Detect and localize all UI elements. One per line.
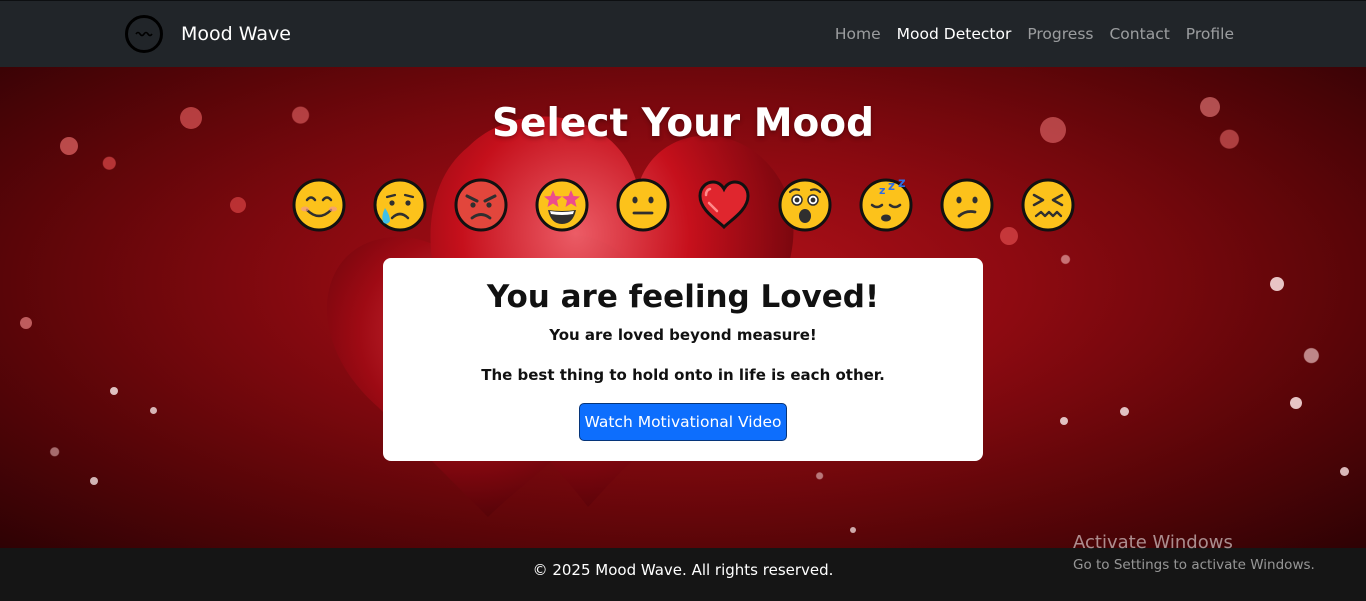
- watermark-title: Activate Windows: [1073, 532, 1233, 553]
- nav-link-home[interactable]: Home: [835, 25, 881, 43]
- mood-option-neutral[interactable]: [616, 178, 670, 232]
- astonished-face-icon: [778, 178, 832, 232]
- mood-selector: z z z: [292, 178, 1075, 232]
- brand-link[interactable]: Mood Wave: [125, 15, 291, 53]
- sparkle: [230, 197, 246, 213]
- confused-face-icon: [940, 178, 994, 232]
- sleeping-face-icon: z z z: [859, 178, 913, 232]
- watermark-subtitle: Go to Settings to activate Windows.: [1073, 557, 1315, 573]
- sparkle: [850, 527, 856, 533]
- red-heart-icon: [698, 180, 750, 230]
- confounded-face-icon: [1021, 178, 1075, 232]
- nav-link-contact[interactable]: Contact: [1109, 25, 1169, 43]
- sparkle: [1120, 407, 1129, 416]
- mood-option-sad[interactable]: [373, 178, 427, 232]
- activation-watermark: Activate Windows Go to Settings to activ…: [1073, 532, 1315, 573]
- mood-option-sleepy[interactable]: z z z: [859, 178, 913, 232]
- page-title: Select Your Mood: [491, 101, 875, 146]
- mood-option-surprised[interactable]: [778, 178, 832, 232]
- mood-option-stressed[interactable]: [1021, 178, 1075, 232]
- mood-result-card: You are feeling Loved! You are loved bey…: [383, 258, 983, 461]
- star-struck-face-icon: [535, 178, 589, 232]
- crying-face-icon: [373, 178, 427, 232]
- sparkle: [1270, 277, 1284, 291]
- svg-text:z: z: [879, 184, 885, 197]
- mood-option-angry[interactable]: [454, 178, 508, 232]
- mood-option-confused[interactable]: [940, 178, 994, 232]
- sparkle: [110, 387, 118, 395]
- mood-option-smiling[interactable]: [292, 178, 346, 232]
- mood-option-loved[interactable]: [697, 178, 751, 232]
- nav-link-progress[interactable]: Progress: [1027, 25, 1093, 43]
- nav-links: Home Mood Detector Progress Contact Prof…: [835, 25, 1234, 43]
- sparkle: [90, 477, 98, 485]
- angry-face-icon: [454, 178, 508, 232]
- nav-link-profile[interactable]: Profile: [1186, 25, 1234, 43]
- sparkle: [1060, 417, 1068, 425]
- svg-text:z: z: [888, 179, 895, 193]
- navbar: Mood Wave Home Mood Detector Progress Co…: [0, 0, 1366, 67]
- mood-result-title: You are feeling Loved!: [486, 279, 880, 315]
- smiling-face-icon: [292, 178, 346, 232]
- svg-text:z: z: [898, 178, 906, 191]
- nav-link-mood-detector[interactable]: Mood Detector: [897, 25, 1012, 43]
- sparkle: [1290, 397, 1302, 409]
- sparkle: [150, 407, 157, 414]
- brand-name: Mood Wave: [181, 23, 291, 45]
- wave-logo-icon: [125, 15, 163, 53]
- mood-quote: The best thing to hold onto in life is e…: [481, 366, 885, 384]
- sparkle: [20, 317, 32, 329]
- mood-option-excited[interactable]: [535, 178, 589, 232]
- watch-video-button[interactable]: Watch Motivational Video: [579, 403, 787, 441]
- sparkle: [1340, 467, 1349, 476]
- neutral-face-icon: [616, 178, 670, 232]
- mood-result-message: You are loved beyond measure!: [549, 326, 817, 344]
